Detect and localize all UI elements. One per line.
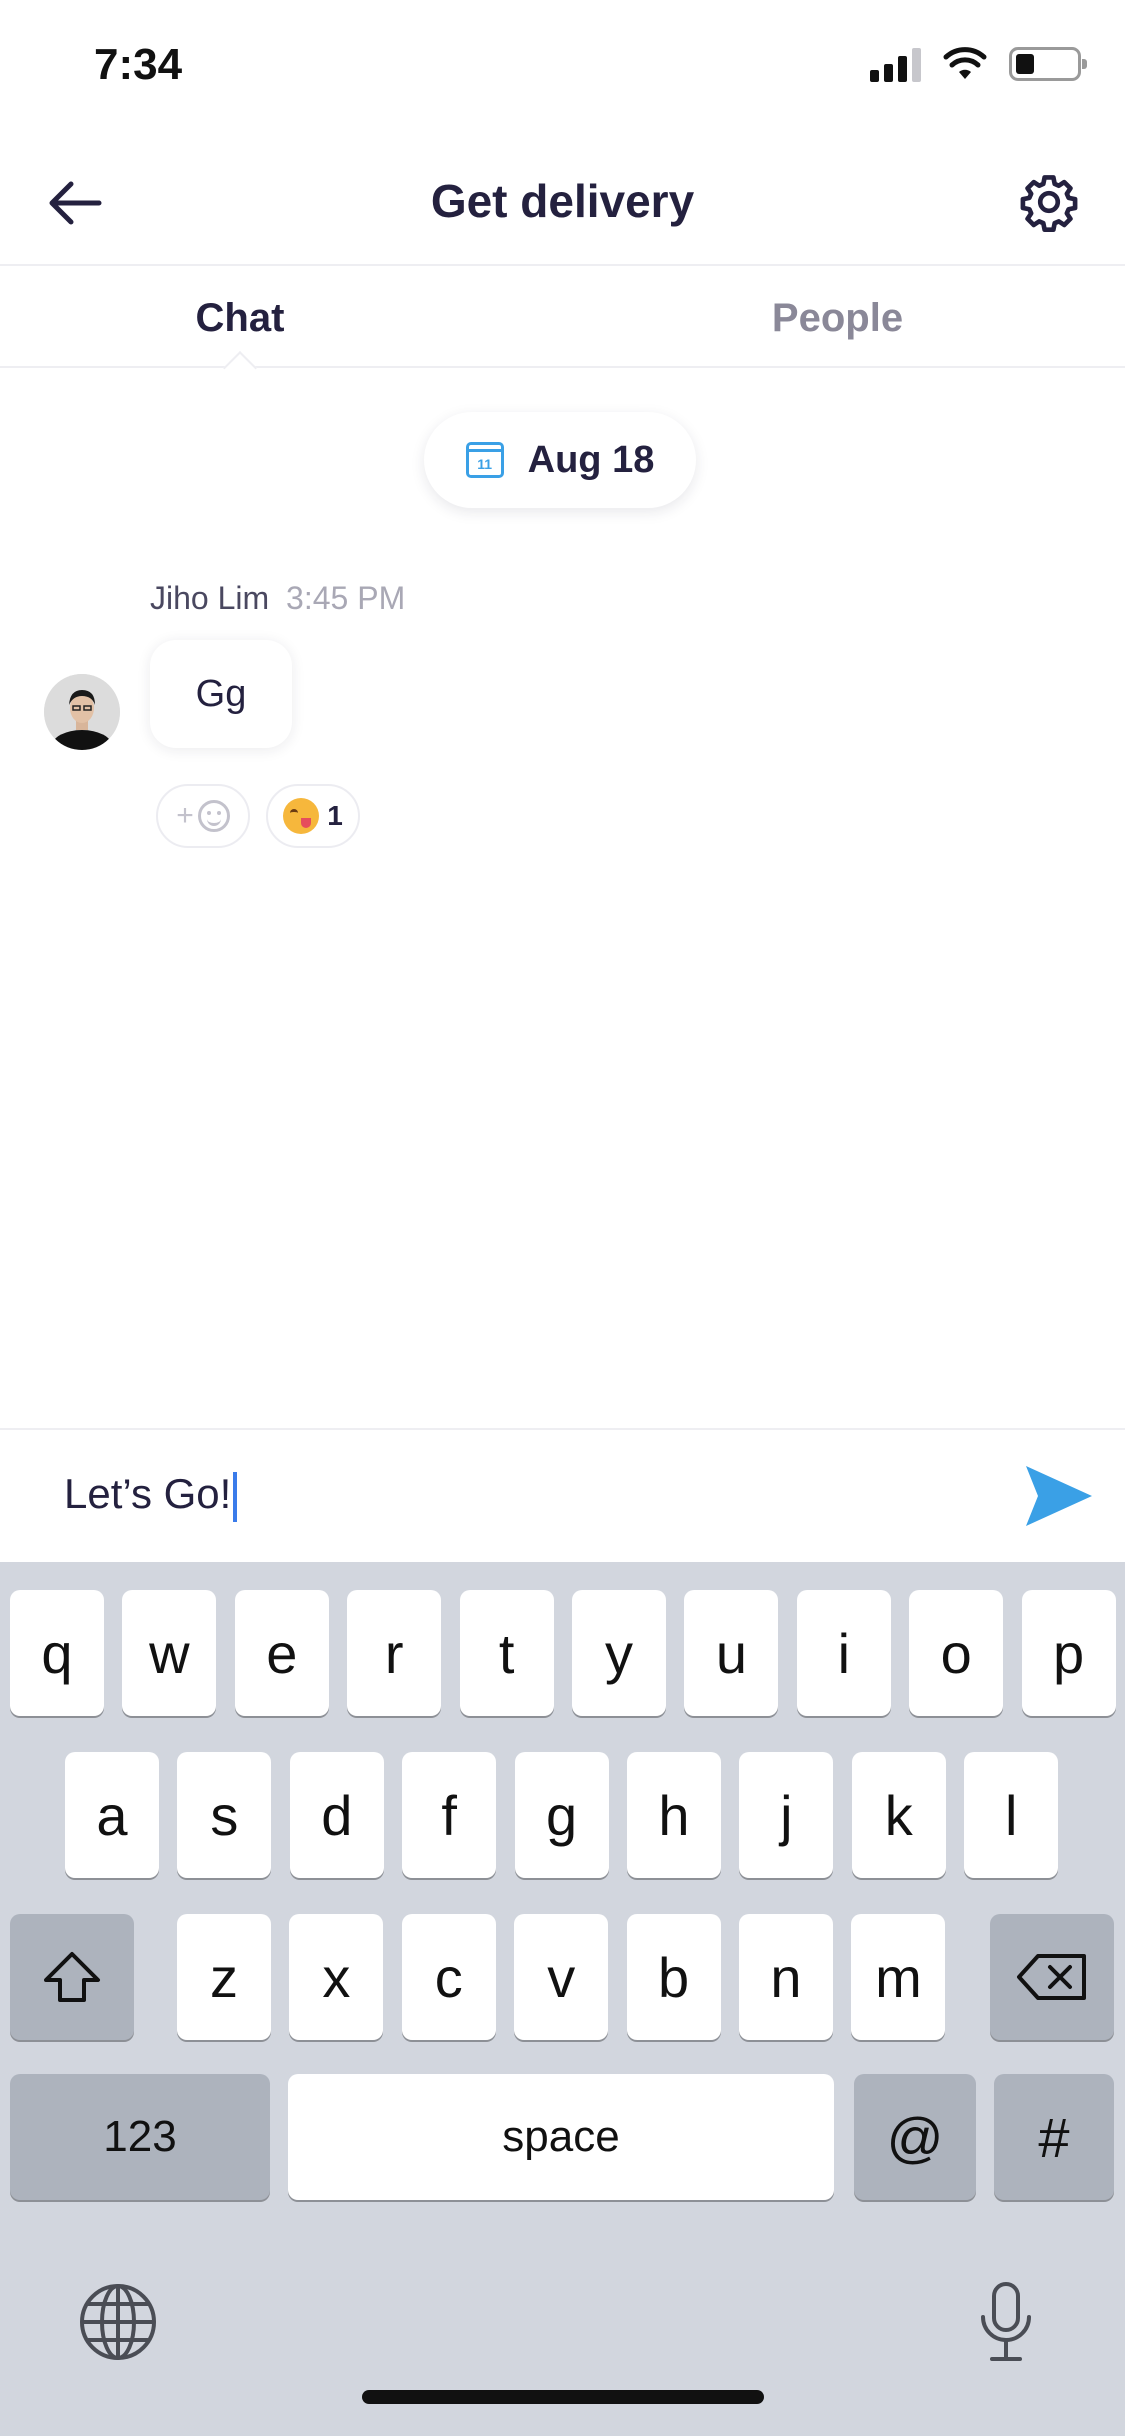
date-label: Aug 18 xyxy=(527,438,655,481)
text-caret xyxy=(233,1471,238,1522)
key-n[interactable]: n xyxy=(739,1914,833,2040)
home-indicator xyxy=(362,2390,764,2404)
key-g[interactable]: g xyxy=(514,1752,609,1878)
send-icon xyxy=(1026,1466,1092,1526)
avatar[interactable] xyxy=(44,674,120,750)
backspace-key[interactable] xyxy=(990,1914,1114,2040)
space-key[interactable]: space xyxy=(288,2074,834,2200)
key-h[interactable]: h xyxy=(627,1752,721,1878)
date-divider: 11 Aug 18 xyxy=(424,412,696,508)
message-author: Jiho Lim xyxy=(150,580,270,616)
message-bubble[interactable]: Gg xyxy=(150,640,292,748)
key-d[interactable]: d xyxy=(289,1752,384,1878)
key-b[interactable]: b xyxy=(626,1914,721,2040)
at-key[interactable]: @ xyxy=(854,2074,976,2200)
header: Get delivery xyxy=(0,140,1125,266)
message-composer: Let’s Go! xyxy=(0,1428,1125,1562)
globe-icon xyxy=(80,2284,156,2360)
page-title: Get delivery xyxy=(430,175,695,227)
key-r[interactable]: r xyxy=(347,1590,442,1716)
globe-key[interactable] xyxy=(72,2276,164,2368)
key-l[interactable]: l xyxy=(964,1752,1059,1878)
smiley-outline-icon xyxy=(197,800,230,832)
shift-key[interactable] xyxy=(10,1914,134,2040)
reaction-chip[interactable]: 1 xyxy=(266,784,360,848)
key-p[interactable]: p xyxy=(1021,1590,1116,1716)
gear-icon xyxy=(1020,175,1078,232)
message-time: 3:45 PM xyxy=(286,580,406,616)
keyboard: qwertyuiop asdfghjkl zxcvbnm 123 space @… xyxy=(0,1562,1125,2436)
numbers-key[interactable]: 123 xyxy=(10,2074,270,2200)
microphone-icon xyxy=(981,2282,1031,2361)
key-o[interactable]: o xyxy=(909,1590,1004,1716)
wifi-icon xyxy=(943,47,987,79)
add-reaction-plus: + xyxy=(176,799,194,832)
status-icons xyxy=(870,46,1087,82)
calendar-day: 11 xyxy=(477,456,493,472)
key-u[interactable]: u xyxy=(684,1590,779,1716)
key-c[interactable]: c xyxy=(401,1914,496,2040)
key-t[interactable]: t xyxy=(459,1590,554,1716)
key-e[interactable]: e xyxy=(234,1590,329,1716)
key-q[interactable]: q xyxy=(10,1590,104,1716)
calendar-icon: 11 xyxy=(465,442,504,478)
status-bar: 7:34 xyxy=(0,0,1125,140)
cellular-signal-icon xyxy=(870,46,921,82)
key-m[interactable]: m xyxy=(851,1914,946,2040)
add-reaction-button[interactable]: + xyxy=(156,784,250,848)
key-z[interactable]: z xyxy=(177,1914,271,2040)
key-w[interactable]: w xyxy=(122,1590,217,1716)
yum-emoji-icon xyxy=(283,798,320,834)
status-time: 7:34 xyxy=(94,40,183,89)
hash-key[interactable]: # xyxy=(994,2074,1114,2200)
key-f[interactable]: f xyxy=(402,1752,497,1878)
settings-button[interactable] xyxy=(1013,166,1085,238)
tab-people[interactable]: People xyxy=(480,268,1125,366)
key-a[interactable]: a xyxy=(65,1752,159,1878)
key-k[interactable]: k xyxy=(851,1752,946,1878)
key-y[interactable]: y xyxy=(572,1590,666,1716)
key-x[interactable]: x xyxy=(289,1914,384,2040)
key-v[interactable]: v xyxy=(514,1914,609,2040)
tab-bar: Chat People xyxy=(0,268,1125,368)
message-input-value: Let’s Go! xyxy=(64,1470,232,1517)
battery-icon xyxy=(1009,47,1087,81)
user-avatar-image xyxy=(44,674,120,750)
reaction-count: 1 xyxy=(327,800,343,831)
key-s[interactable]: s xyxy=(177,1752,272,1878)
send-button[interactable] xyxy=(1019,1456,1099,1536)
backspace-icon xyxy=(1017,1954,1086,2000)
key-j[interactable]: j xyxy=(739,1752,834,1878)
message-meta: Jiho Lim 3:45 PM xyxy=(150,580,405,617)
microphone-key[interactable] xyxy=(966,2276,1046,2368)
key-i[interactable]: i xyxy=(796,1590,891,1716)
message-input[interactable]: Let’s Go! xyxy=(64,1470,238,1522)
shift-icon xyxy=(44,1952,100,2002)
